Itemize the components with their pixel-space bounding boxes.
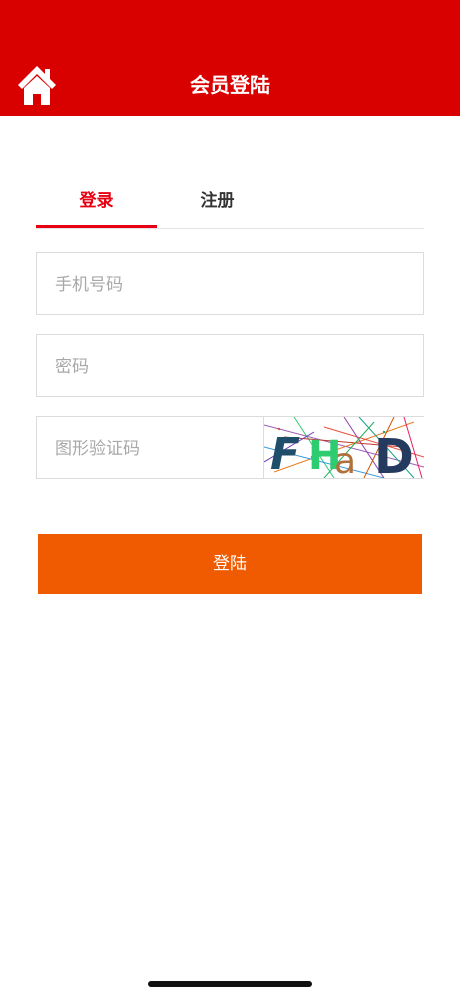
- phone-field-box: [36, 252, 424, 316]
- login-submit-button[interactable]: 登陆: [38, 534, 422, 594]
- svg-text:a: a: [334, 441, 356, 478]
- password-input[interactable]: [53, 335, 397, 398]
- phone-input[interactable]: [53, 253, 397, 316]
- captcha-graphic: F H a D: [264, 417, 424, 478]
- page-title: 会员登陆: [190, 73, 270, 97]
- tab-login[interactable]: 登录: [36, 178, 157, 228]
- home-indicator: [148, 981, 312, 987]
- captcha-input[interactable]: [53, 417, 257, 480]
- captcha-image[interactable]: F H a D: [263, 417, 424, 478]
- svg-text:D: D: [374, 429, 414, 478]
- app-header: 会员登陆: [0, 0, 460, 116]
- auth-tabs: 登录 注册: [36, 178, 424, 229]
- captcha-field-box: F H a D: [36, 416, 424, 480]
- tab-register[interactable]: 注册: [157, 178, 278, 226]
- svg-text:F: F: [270, 429, 300, 478]
- password-field-box: [36, 334, 424, 398]
